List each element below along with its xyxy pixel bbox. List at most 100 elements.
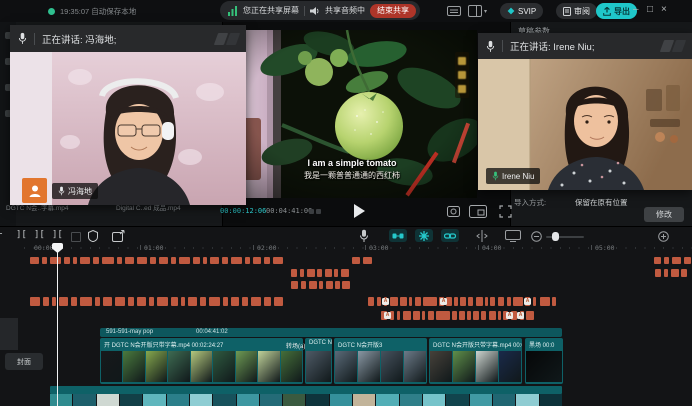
subtitle-segment[interactable] [498, 297, 504, 306]
subtitle-segment[interactable] [473, 311, 479, 320]
subtitle-segment[interactable] [128, 297, 134, 306]
subtitle-segment[interactable] [476, 297, 483, 306]
subtitle-segment[interactable] [171, 257, 176, 264]
compare-icon[interactable] [316, 209, 321, 214]
export-button[interactable]: 导出 [596, 3, 637, 19]
subtitle-segment[interactable] [71, 297, 77, 306]
auto-snap-toggle[interactable] [415, 229, 433, 242]
subtitle-segment[interactable] [341, 269, 349, 277]
subtitle-segment[interactable] [209, 297, 220, 306]
subtitle-segment[interactable] [231, 297, 239, 306]
subtitle-segment[interactable] [181, 297, 185, 306]
subtitle-segment[interactable] [223, 297, 228, 306]
meeting-window-left[interactable]: 正在讲话: 冯海地; [10, 25, 246, 205]
subtitle-segment[interactable] [526, 311, 534, 320]
subtitle-segment[interactable] [222, 257, 228, 264]
video-clip[interactable]: 黑场 00:0 [525, 338, 563, 384]
subtitle-segment[interactable] [507, 297, 511, 306]
subtitle-segment[interactable] [309, 281, 317, 289]
play-button[interactable] [354, 204, 365, 218]
subtitle-segment[interactable] [467, 311, 471, 320]
subtitle-segment[interactable] [30, 257, 39, 264]
subtitle-segment[interactable] [245, 257, 250, 264]
subtitle-segment[interactable] [428, 311, 434, 320]
video-clip[interactable]: DGTC N会开版3 [334, 338, 427, 384]
freeze-frame-icon[interactable] [88, 230, 98, 242]
subtitle-segment[interactable] [377, 297, 381, 306]
subtitle-segment[interactable] [43, 297, 49, 306]
video-clip[interactable]: 开 DGTC N会开版只带字幕.mp4 00:02:24:27 [100, 338, 303, 384]
subtitle-segment[interactable] [490, 297, 495, 306]
bottom-track-thumbnails[interactable] [50, 394, 562, 406]
subtitle-segment[interactable] [203, 257, 207, 264]
crop-icon[interactable] [112, 230, 125, 242]
subtitle-segment[interactable] [117, 257, 122, 264]
transition-badge[interactable]: 转场(a) [286, 341, 305, 350]
subtitle-segment[interactable] [454, 297, 458, 306]
subtitle-segment[interactable] [552, 297, 556, 306]
subtitle-segment[interactable] [95, 297, 100, 306]
subtitle-segment[interactable] [291, 269, 297, 277]
subtitle-segment[interactable] [335, 281, 340, 289]
subtitle-segment[interactable] [334, 269, 338, 277]
subtitle-segment[interactable] [253, 257, 261, 264]
window-maximize-button[interactable]: □ [647, 4, 653, 15]
video-clip[interactable]: DGTC N [305, 338, 332, 384]
keyboard-shortcuts-icon[interactable] [447, 5, 461, 17]
subtitle-segment[interactable] [149, 297, 154, 306]
subtitle-segment[interactable] [200, 297, 206, 306]
subtitle-segment[interactable] [115, 297, 125, 306]
subtitle-segment[interactable] [80, 257, 90, 264]
subtitle-segment[interactable] [80, 297, 92, 306]
window-close-button[interactable]: × [661, 4, 667, 15]
subtitle-segment[interactable] [684, 257, 691, 264]
subtitle-segment[interactable] [30, 297, 40, 306]
audio-clip[interactable]: 591-591-may pop 00:04:41:02 [100, 328, 562, 337]
subtitle-segment[interactable] [274, 297, 283, 306]
playhead-line[interactable] [57, 243, 58, 406]
subtitle-segment[interactable] [93, 257, 99, 264]
bottom-track-header[interactable] [50, 386, 562, 394]
subtitle-segment[interactable] [319, 281, 323, 289]
subtitle-segment[interactable] [489, 311, 496, 320]
subtitle-segment[interactable] [264, 297, 271, 306]
zoom-out-icon[interactable] [531, 231, 542, 242]
subtitle-segment[interactable] [363, 257, 372, 264]
subtitle-segment[interactable] [179, 257, 190, 264]
review-button[interactable]: 审阅 [556, 3, 597, 19]
subtitle-segment[interactable] [459, 311, 465, 320]
subtitle-segment[interactable] [125, 257, 134, 264]
subtitle-segment[interactable] [671, 269, 679, 277]
subtitle-segment[interactable] [672, 257, 681, 264]
subtitle-segment[interactable] [368, 297, 374, 306]
subtitle-segment[interactable] [422, 311, 425, 320]
subtitle-segment[interactable] [159, 257, 168, 264]
split-left-icon[interactable]: ][ [34, 230, 45, 240]
compare-icon[interactable] [309, 209, 314, 214]
layout-switch-icon[interactable]: ▾ [468, 5, 487, 17]
video-clip[interactable]: DGTC N会开版只带字幕.mp4 00:0 [429, 338, 522, 384]
subtitle-segment[interactable] [485, 297, 488, 306]
subtitle-segment[interactable] [400, 297, 407, 306]
magnet-toggle[interactable] [389, 229, 407, 242]
subtitle-segment[interactable] [137, 257, 147, 264]
subtitle-segment[interactable] [50, 257, 61, 264]
subtitle-segment[interactable] [64, 257, 70, 264]
meeting-window-right[interactable]: 正在讲话: Irene Niu; [478, 33, 692, 190]
subtitle-segment[interactable] [307, 269, 315, 277]
subtitle-segment[interactable] [157, 297, 168, 306]
subtitle-segment[interactable] [390, 297, 398, 306]
aspect-ratio-icon[interactable] [469, 205, 487, 218]
subtitle-segment[interactable] [540, 297, 550, 306]
subtitle-segment[interactable] [102, 257, 114, 264]
subtitle-segment[interactable] [664, 269, 668, 277]
split-preview-icon[interactable] [475, 230, 489, 242]
subtitle-segment[interactable] [533, 297, 536, 306]
subtitle-segment[interactable] [654, 257, 661, 264]
subtitle-segment[interactable] [231, 257, 242, 264]
split-icon[interactable]: ][ [16, 230, 27, 240]
subtitle-segment[interactable] [171, 297, 178, 306]
subtitle-segment[interactable] [73, 257, 77, 264]
subtitle-segment[interactable] [397, 311, 400, 320]
select-tool-icon[interactable]: ⌐ [0, 230, 2, 240]
